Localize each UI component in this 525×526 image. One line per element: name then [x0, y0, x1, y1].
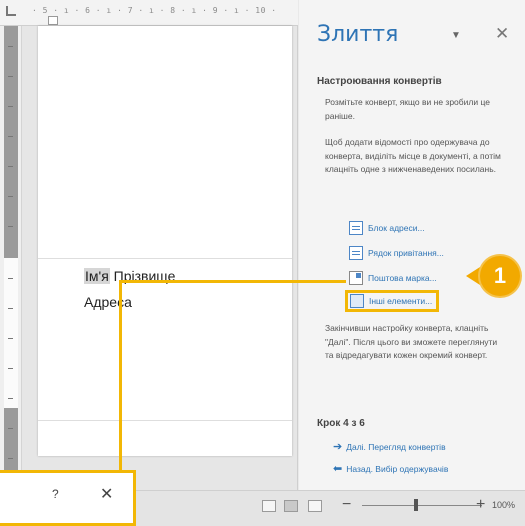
first-name-field[interactable]: Ім'я [84, 268, 110, 284]
more-items-icon [350, 294, 364, 308]
greeting-line-icon [349, 246, 363, 260]
envelope-page[interactable]: Ім'я Прізвище Адреса [38, 26, 292, 456]
zoom-slider-thumb[interactable] [414, 499, 418, 511]
instruction-text-2: Щоб додати відомості про одержувача до к… [325, 137, 501, 174]
print-layout-view-button[interactable] [284, 500, 298, 512]
greeting-line-link[interactable]: Рядок привітання... [349, 244, 444, 262]
next-step-label: Далі. Перегляд конвертів [346, 442, 446, 452]
address-field[interactable]: Адреса [84, 294, 132, 310]
arrow-left-icon: ⬅ [333, 463, 343, 475]
callout-line-vertical [119, 280, 122, 482]
read-mode-view-button[interactable] [262, 500, 276, 512]
postage-link[interactable]: Поштова марка... [349, 269, 437, 287]
pane-title: Злиття [317, 22, 399, 47]
callout-pointer [466, 267, 480, 285]
postage-label: Поштова марка... [368, 273, 437, 283]
insert-merge-field-dialog: ? ✕ [0, 470, 136, 526]
ruler-body [4, 258, 18, 408]
greeting-line-label: Рядок привітання... [368, 248, 444, 258]
step-indicator: Крок 4 з 6 [317, 418, 365, 429]
postage-stamp-icon [349, 271, 363, 285]
vertical-ruler[interactable] [0, 26, 22, 490]
previous-step-label: Назад. Вибір одержувачів [346, 464, 449, 474]
zoom-in-button[interactable]: + [476, 496, 485, 514]
zoom-slider[interactable] [362, 505, 482, 506]
mail-merge-pane: Злиття ▼ ✕ Настроювання конвертів Розміт… [299, 0, 525, 490]
callout-line-horizontal [120, 280, 346, 283]
close-icon[interactable]: ✕ [495, 24, 509, 44]
zoom-out-button[interactable]: − [342, 496, 351, 514]
instruction-text-1: Розмітьте конверт, якщо ви не зробили це… [325, 97, 490, 121]
address-block-icon [349, 221, 363, 235]
more-items-label: Інші елементи... [369, 296, 433, 306]
arrow-right-icon: ➔ [333, 441, 343, 453]
previous-step-link[interactable]: ⬅ Назад. Вибір одержувачів [333, 462, 448, 475]
next-step-link[interactable]: ➔ Далі. Перегляд конвертів [333, 440, 446, 453]
pane-options-icon[interactable]: ▼ [451, 30, 461, 41]
page-divider-bottom [38, 420, 292, 421]
dialog-close-button[interactable]: ✕ [100, 484, 113, 504]
address-block-label: Блок адреси... [368, 223, 425, 233]
web-layout-view-button[interactable] [308, 500, 322, 512]
section-heading: Настроювання конвертів [317, 76, 442, 87]
zoom-level[interactable]: 100% [492, 500, 515, 510]
ruler-marks: · 5 · ı · 6 · ı · 7 · ı · 8 · ı · 9 · ı … [32, 6, 277, 15]
page-divider [38, 258, 292, 259]
callout-badge: 1 [480, 256, 520, 296]
tab-selector-icon[interactable] [6, 6, 16, 16]
help-button[interactable]: ? [52, 487, 59, 501]
document-area: · 5 · ı · 6 · ı · 7 · ı · 8 · ı · 9 · ı … [0, 0, 298, 490]
more-items-link[interactable]: Інші елементи... [345, 290, 440, 312]
indent-marker[interactable] [48, 16, 58, 25]
address-block-link[interactable]: Блок адреси... [349, 219, 425, 237]
horizontal-ruler[interactable]: · 5 · ı · 6 · ı · 7 · ı · 8 · ı · 9 · ı … [0, 0, 298, 26]
ruler-margin-top [4, 26, 18, 258]
instruction-text-3: Закінчивши настройку конверта, клацніть … [325, 323, 498, 360]
